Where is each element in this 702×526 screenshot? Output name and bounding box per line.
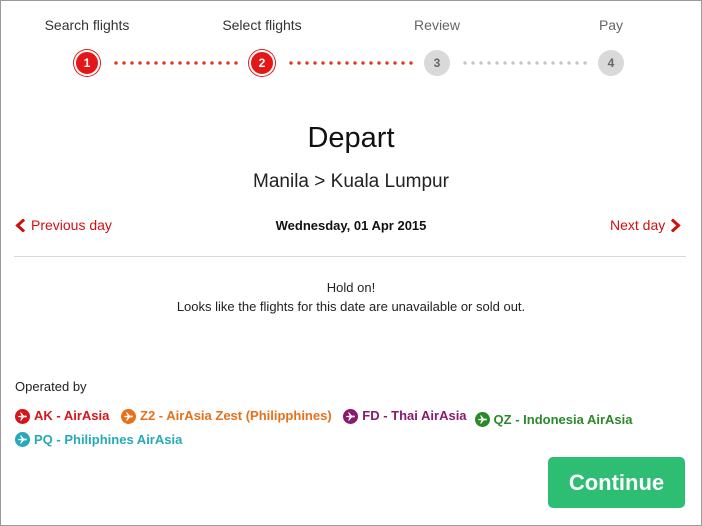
airline-ak: AK - AirAsia	[15, 406, 109, 426]
step-connector-1	[112, 61, 240, 65]
step-label-pay: Pay	[598, 17, 624, 33]
plane-icon	[121, 408, 136, 424]
unavailable-message: Looks like the flights for this date are…	[176, 299, 526, 314]
next-day-link[interactable]: Next day	[610, 217, 681, 233]
operated-by-label: Operated by	[15, 379, 87, 394]
step-circle-4: 4	[598, 50, 624, 76]
step-circle-1[interactable]: 1	[74, 50, 100, 76]
plane-icon	[343, 408, 359, 424]
plane-icon	[15, 408, 30, 424]
page-title: Depart	[307, 122, 395, 154]
step-label-select-flights: Select flights	[222, 17, 302, 33]
step-connector-3	[461, 61, 589, 65]
airline-pq: PQ - Philiphines AirAsia	[15, 430, 182, 450]
current-date: Wednesday, 01 Apr 2015	[275, 218, 427, 233]
airline-list: AK - AirAsia Z2 - AirAsia Zest (Philipph…	[15, 406, 685, 453]
step-circle-3: 3	[424, 50, 450, 76]
step-label-search-flights: Search flights	[44, 17, 130, 33]
divider	[14, 256, 686, 257]
continue-button[interactable]: Continue	[548, 457, 685, 508]
airline-z2: Z2 - AirAsia Zest (Philipphines)	[121, 406, 332, 426]
plane-icon	[474, 411, 490, 427]
step-label-review: Review	[414, 17, 460, 33]
next-day-label: Next day	[610, 217, 666, 233]
chevron-right-icon	[671, 218, 681, 232]
airline-qz: QZ - Indonesia AirAsia	[474, 411, 632, 427]
step-connector-2	[287, 61, 415, 65]
route-text: Manila > Kuala Lumpur	[253, 171, 449, 192]
plane-icon	[15, 432, 30, 447]
step-circle-2[interactable]: 2	[249, 50, 275, 76]
airline-fd: FD - Thai AirAsia	[343, 406, 467, 426]
hold-on-heading: Hold on!	[326, 280, 376, 295]
